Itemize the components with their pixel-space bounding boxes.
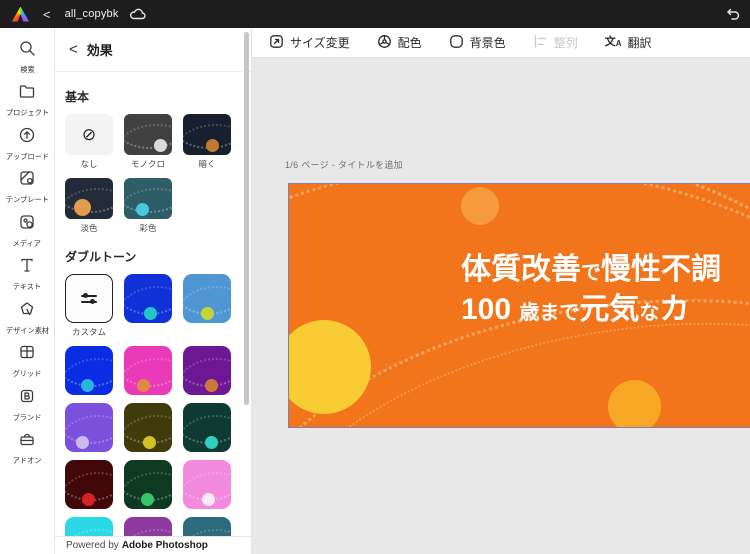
thumbnail-dot — [204, 436, 218, 449]
adobe-express-logo[interactable] — [12, 6, 29, 22]
color-scheme-button[interactable]: 配色 — [377, 34, 422, 52]
decorative-circle-top — [461, 187, 499, 225]
effect-tile-label: 彩色 — [139, 223, 157, 233]
effect-tile-pale[interactable] — [65, 178, 113, 219]
thumbnail-dot — [144, 307, 158, 320]
thumbnail-dot — [80, 379, 94, 392]
effect-tile-duotone-lightblue[interactable] — [183, 274, 231, 323]
thumbnail-dot — [143, 436, 157, 449]
undo-icon[interactable] — [724, 7, 740, 21]
template-icon — [18, 169, 36, 192]
effects-panel: < 効果 基本 ⊘ なし モノクロ 暗く淡色 彩色ダブルトーンカスタム Powered b… — [55, 28, 252, 554]
panel-back-button[interactable]: < — [69, 41, 78, 58]
thumbnail-dot — [153, 139, 167, 152]
align-button: 整列 — [533, 34, 578, 52]
effect-tile-duotone-green[interactable] — [124, 460, 172, 509]
color-wheel-icon — [377, 34, 392, 52]
thumbnail-dot — [140, 493, 154, 506]
cloud-sync-icon — [129, 7, 147, 21]
sidebar-item-grid[interactable]: グリッド — [0, 340, 55, 384]
effect-tile-colorize[interactable] — [124, 178, 172, 219]
background-color-swatch-icon — [449, 34, 464, 52]
thumbnail-dot — [73, 199, 91, 216]
align-icon — [533, 34, 548, 52]
design-canvas[interactable]: 体質改善で慢性不調 100 歳まで元気なカ — [288, 183, 750, 428]
addon-box-icon — [18, 430, 36, 453]
panel-title: 効果 — [86, 43, 113, 58]
resize-button[interactable]: サイズ変更 — [269, 34, 350, 52]
thumbnail-dot — [202, 493, 216, 506]
resize-icon — [269, 34, 284, 52]
effect-tile-duotone-darkteal[interactable] — [183, 403, 231, 452]
effect-tile-none[interactable]: ⊘ — [65, 114, 113, 155]
sidebar-item-templates[interactable]: テンプレート — [0, 166, 55, 210]
effect-tile-duotone-royal[interactable] — [65, 346, 113, 395]
sidebar-item-text[interactable]: テキスト — [0, 253, 55, 297]
upload-icon — [18, 126, 36, 149]
effect-tile-duotone-olive[interactable] — [124, 403, 172, 452]
effect-tile-duotone-magenta[interactable] — [124, 346, 172, 395]
thumbnail-dot — [75, 436, 89, 449]
background-color-button[interactable]: 背景色 — [449, 34, 506, 52]
thumbnail-dot — [137, 379, 151, 392]
decorative-circle-right — [608, 380, 661, 427]
topbar: < all_copybk — [0, 0, 750, 28]
effect-tile-label: 暗く — [198, 159, 216, 169]
translate-icon: 文A — [604, 36, 622, 48]
back-button[interactable]: < — [39, 6, 55, 23]
sidebar-item-brand[interactable]: ブランド — [0, 383, 55, 427]
effect-tile-duotone-purple[interactable] — [183, 346, 231, 395]
section-heading: 基本 — [65, 90, 90, 104]
folder-icon — [18, 82, 36, 105]
effect-tile-label: モノクロ — [130, 159, 165, 169]
effect-tile-duotone-maroon[interactable] — [65, 460, 113, 509]
thumbnail-dot — [206, 139, 220, 152]
banner-headline[interactable]: 体質改善で慢性不調 100 歳まで元気なカ — [461, 250, 721, 329]
brand-icon — [18, 387, 36, 410]
search-icon — [18, 39, 36, 62]
canvas-workspace: 1/6 ページ - タイトルを追加 体質改善で慢性不調 100 歳まで元気なカ — [252, 58, 750, 554]
effects-panel-header: < 効果 — [55, 28, 251, 72]
document-title[interactable]: all_copybk — [65, 8, 119, 20]
thumbnail-dot — [201, 307, 215, 320]
effect-tile-label: 淡色 — [80, 223, 98, 233]
thumbnail-dot — [204, 379, 218, 392]
thumbnail-dot — [81, 493, 95, 506]
powered-by-label: Powered by Adobe Photoshop — [55, 536, 251, 554]
effect-tile-darken[interactable] — [183, 114, 231, 155]
headline-line-2: 100 歳まで元気なカ — [461, 292, 690, 326]
effect-tile-label: カスタム — [71, 327, 106, 337]
effect-tile-label: なし — [80, 159, 98, 169]
sidebar-item-design-assets[interactable]: デザイン素材 — [0, 296, 55, 340]
effect-tile-duotone-violet[interactable] — [65, 403, 113, 452]
none-effect-icon: ⊘ — [81, 125, 97, 144]
effect-tile-monochrome[interactable] — [124, 114, 172, 155]
sidebar-item-search[interactable]: 検索 — [0, 35, 55, 79]
translate-button[interactable]: 文A 翻訳 — [605, 34, 652, 51]
sidebar-item-media[interactable]: メディア — [0, 209, 55, 253]
text-icon — [18, 256, 36, 279]
effect-tile-duotone-blue[interactable] — [124, 274, 172, 323]
sidebar-item-projects[interactable]: プロジェクト — [0, 79, 55, 123]
page-label[interactable]: 1/6 ページ - タイトルを追加 — [285, 158, 403, 171]
effect-tile-duotone-pink[interactable] — [183, 460, 231, 509]
thumbnail-dot — [136, 203, 150, 216]
panel-scrollbar[interactable] — [243, 28, 249, 554]
effect-tile-custom[interactable] — [65, 274, 113, 323]
section-heading: ダブルトーン — [65, 250, 137, 264]
custom-sliders-icon — [81, 291, 97, 307]
grid-icon — [18, 343, 36, 366]
canvas-area: サイズ変更 配色 背景色 整列 文A 翻訳 1/6 ページ - タイトルを追加 — [252, 28, 750, 554]
sidebar-item-addons[interactable]: アドオン — [0, 427, 55, 471]
shapes-icon — [18, 300, 36, 323]
headline-line-1: 体質改善で慢性不調 — [461, 253, 721, 286]
media-icon — [18, 213, 36, 236]
sidebar-item-upload[interactable]: アップロード — [0, 122, 55, 166]
canvas-toolbar: サイズ変更 配色 背景色 整列 文A 翻訳 — [252, 28, 750, 58]
nav-rail: 検索 プロジェクト アップロード テンプレート メディア テキスト デザイン素材 — [0, 28, 55, 554]
